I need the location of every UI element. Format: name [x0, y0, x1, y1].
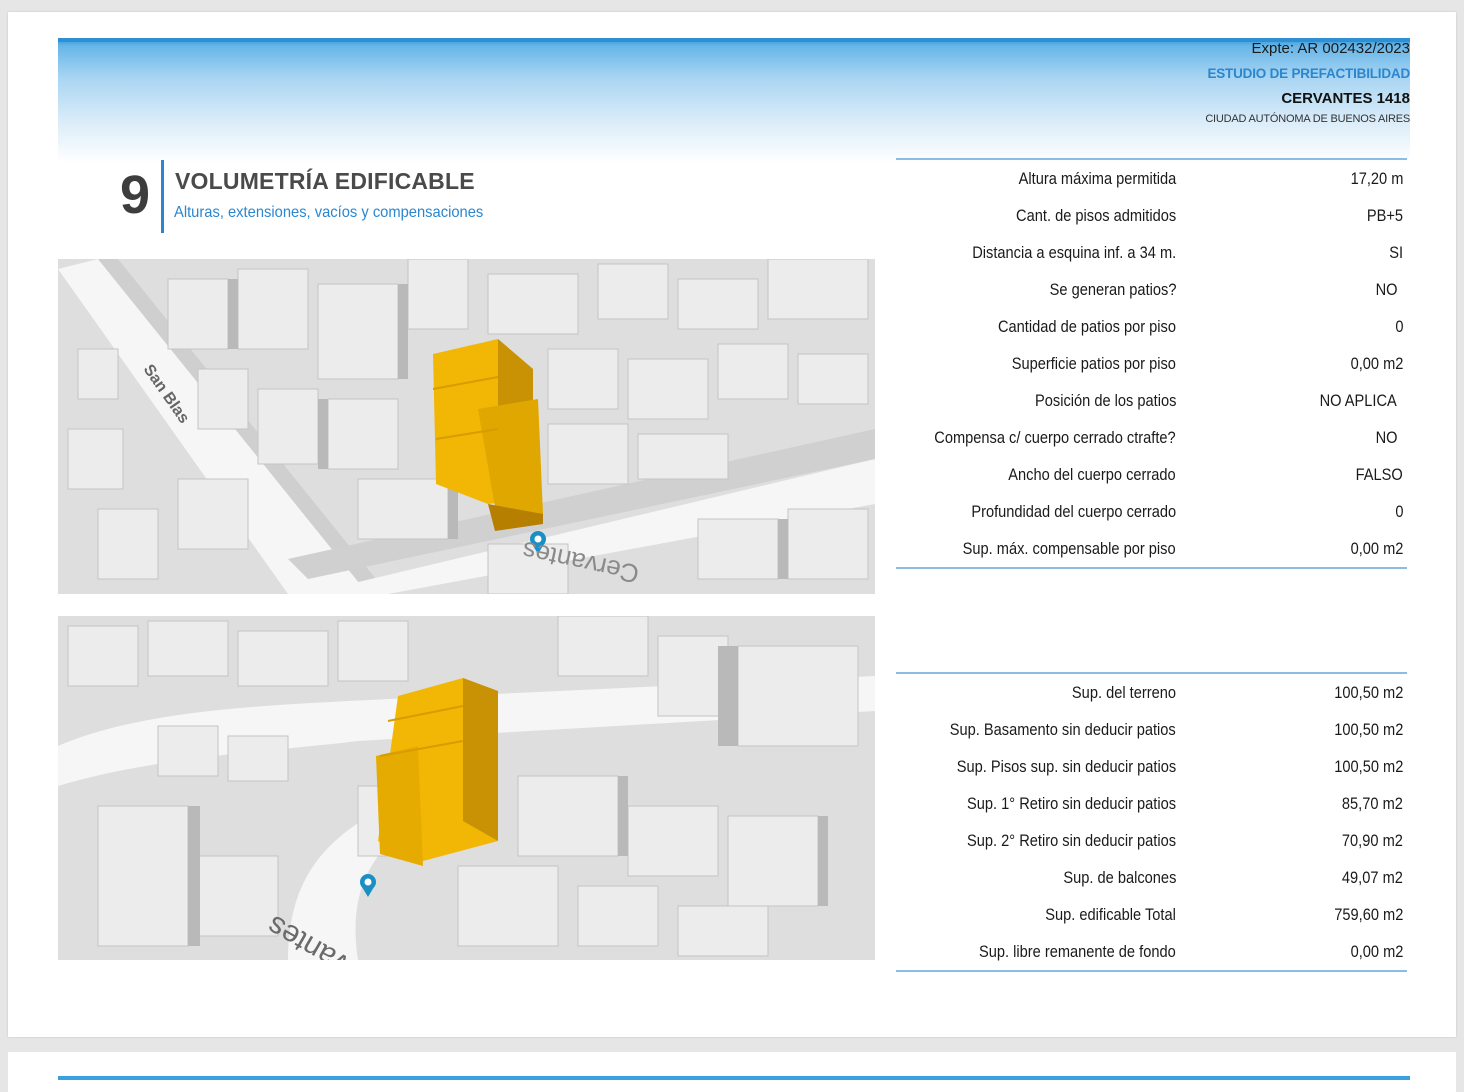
section-title: VOLUMETRÍA EDIFICABLE: [175, 168, 475, 194]
table-row: Sup. Basamento sin deducir patios 100,50 …: [896, 711, 1407, 748]
row-label: Cant. de pisos admitidos: [1015, 206, 1176, 225]
row-label: Cantidad de patios por piso: [997, 317, 1176, 336]
table-row: Sup. máx. compensable por piso 0,00 m2: [896, 530, 1407, 567]
next-page-edge: [8, 1052, 1456, 1092]
table-row: Sup. del terreno 100,50 m2: [896, 674, 1407, 711]
height-parameters-table: Altura máxima permitida 17,20 m Cant. de p…: [896, 158, 1407, 569]
row-value: 0,00 m2: [1350, 354, 1403, 373]
row-label: Distancia a esquina inf. a 34 m.: [972, 243, 1176, 262]
surface-parameters-table: Sup. del terreno 100,50 m2 Sup. Basamento …: [896, 672, 1407, 972]
table-row: Sup. Pisos sup. sin deducir patios 100,50…: [896, 748, 1407, 785]
row-label: Sup. del terreno: [1071, 683, 1176, 702]
study-type: ESTUDIO DE PREFACTIBILIDAD: [1207, 66, 1410, 81]
row-value: 0: [1394, 317, 1403, 336]
next-page-header-bar: [58, 1076, 1410, 1080]
row-value: PB+5: [1366, 206, 1403, 225]
row-label: Posición de los patios: [1034, 391, 1176, 410]
section-subtitle: Alturas, extensiones, vacíos y compensac…: [174, 204, 484, 221]
row-value: 70,90 m2: [1342, 831, 1403, 850]
row-label: Se generan patios?: [1049, 280, 1176, 299]
report-page: Expte: AR 002432/2023 ESTUDIO DE PREFACT…: [8, 12, 1456, 1037]
row-value: FALSO: [1355, 465, 1403, 484]
volumetry-map-top: San Blas Cervantes: [58, 259, 875, 594]
table-row: Sup. 1° Retiro sin deducir patios 85,70 m…: [896, 785, 1407, 822]
header-banner: [58, 38, 1410, 163]
row-value: 49,07 m2: [1342, 868, 1403, 887]
table-row: Sup. libre remanente de fondo 0,00 m2: [896, 933, 1407, 970]
row-value: 0,00 m2: [1350, 942, 1403, 961]
table-row: Sup. de balcones 49,07 m2: [896, 859, 1407, 896]
table-bottom-rule: [896, 970, 1407, 972]
row-label: Sup. edificable Total: [1045, 905, 1176, 924]
row-value: 100,50 m2: [1333, 683, 1403, 702]
table-row: Profundidad del cuerpo cerrado 0: [896, 493, 1407, 530]
row-value: 759,60 m2: [1333, 905, 1403, 924]
table-row: Sup. edificable Total 759,60 m2: [896, 896, 1407, 933]
row-label: Ancho del cuerpo cerrado: [1008, 465, 1176, 484]
row-value: NO: [1375, 428, 1397, 447]
row-value: 17,20 m: [1350, 169, 1403, 188]
row-label: Profundidad del cuerpo cerrado: [971, 502, 1176, 521]
table-row: Ancho del cuerpo cerrado FALSO: [896, 456, 1407, 493]
row-label: Sup. Pisos sup. sin deducir patios: [956, 757, 1176, 776]
row-label: Sup. máx. compensable por piso: [963, 539, 1176, 558]
row-label: Superficie patios por piso: [1011, 354, 1176, 373]
row-value: 100,50 m2: [1333, 757, 1403, 776]
file-number: Expte: AR 002432/2023: [1251, 40, 1410, 57]
table-row: Compensa c/ cuerpo cerrado ctrafte? NO: [896, 419, 1407, 456]
row-label: Sup. de balcones: [1063, 868, 1176, 887]
table-row: Superficie patios por piso 0,00 m2: [896, 345, 1407, 382]
row-label: Sup. 1° Retiro sin deducir patios: [966, 794, 1176, 813]
row-value: 100,50 m2: [1333, 720, 1403, 739]
table-row: Cant. de pisos admitidos PB+5: [896, 197, 1407, 234]
row-label: Sup. 2° Retiro sin deducir patios: [966, 831, 1176, 850]
table-row: Posición de los patios NO APLICA: [896, 382, 1407, 419]
city-name: CIUDAD AUTÓNOMA DE BUENOS AIRES: [1205, 113, 1410, 125]
row-value: 85,70 m2: [1342, 794, 1403, 813]
table-row: Cantidad de patios por piso 0: [896, 308, 1407, 345]
table-row: Sup. 2° Retiro sin deducir patios 70,90 m…: [896, 822, 1407, 859]
row-value: 0,00 m2: [1350, 539, 1403, 558]
property-address: CERVANTES 1418: [1281, 90, 1410, 107]
section-number: 9: [120, 165, 151, 225]
row-value: SI: [1389, 243, 1403, 262]
row-value: 0: [1394, 502, 1403, 521]
row-label: Altura máxima permitida: [1018, 169, 1176, 188]
volumetry-map-bottom: Cervantes: [58, 616, 875, 960]
row-value: NO APLICA: [1319, 391, 1397, 410]
row-label: Sup. libre remanente de fondo: [979, 942, 1176, 961]
table-row: Altura máxima permitida 17,20 m: [896, 160, 1407, 197]
row-label: Compensa c/ cuerpo cerrado ctrafte?: [934, 428, 1176, 447]
table-bottom-rule: [896, 567, 1407, 569]
section-divider: [161, 160, 164, 233]
row-value: NO: [1375, 280, 1397, 299]
row-label: Sup. Basamento sin deducir patios: [950, 720, 1176, 739]
table-row: Se generan patios? NO: [896, 271, 1407, 308]
table-row: Distancia a esquina inf. a 34 m. SI: [896, 234, 1407, 271]
